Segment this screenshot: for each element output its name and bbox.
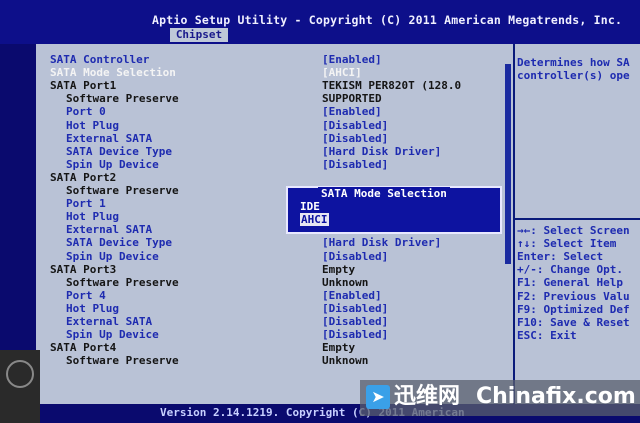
key-help-line: →←: Select Screen xyxy=(517,224,630,237)
setting-value[interactable]: [Disabled] xyxy=(322,132,388,145)
watermark-left: 迅维网 xyxy=(394,384,461,409)
setting-value: Unknown xyxy=(322,354,369,367)
popup-option-ide[interactable]: IDE xyxy=(300,200,320,213)
key-help-line: Enter: Select xyxy=(517,250,604,263)
watermark-logo-icon: ➤ xyxy=(366,385,390,409)
key-help-line: +/-: Change Opt. xyxy=(517,263,623,276)
setting-value[interactable]: [Enabled] xyxy=(322,53,382,66)
setting-value[interactable]: [Disabled] xyxy=(322,158,388,171)
setting-label[interactable]: SATA Controller xyxy=(50,53,149,66)
help-line-2: controller(s) ope xyxy=(517,69,630,82)
setting-value[interactable]: [Hard Disk Driver] xyxy=(322,236,441,249)
setting-value[interactable]: [Disabled] xyxy=(322,315,388,328)
setting-label: SATA Port2 xyxy=(50,171,117,184)
setting-value[interactable]: [Disabled] xyxy=(322,119,388,132)
setting-label[interactable]: Port 4 xyxy=(66,289,106,302)
key-help-line: F1: General Help xyxy=(517,276,623,289)
key-help-line: F2: Previous Valu xyxy=(517,290,630,303)
setting-label[interactable]: SATA Mode Selection xyxy=(50,66,176,79)
setting-value[interactable]: [AHCI] xyxy=(322,66,362,79)
setting-label: SATA Port3 xyxy=(50,263,117,276)
scrollbar-thumb[interactable] xyxy=(505,64,511,264)
setting-label: Software Preserve xyxy=(66,92,179,105)
popup-title: SATA Mode Selection xyxy=(318,187,450,200)
help-divider xyxy=(513,218,640,220)
setting-value[interactable]: [Enabled] xyxy=(322,105,382,118)
setting-label[interactable]: Spin Up Device xyxy=(66,250,159,263)
setting-value: Empty xyxy=(322,263,356,276)
setting-label: SATA Port1 xyxy=(50,79,117,92)
setting-value[interactable]: [Enabled] xyxy=(322,289,382,302)
setting-value[interactable]: [Hard Disk Driver] xyxy=(322,145,441,158)
settings-scrollbar[interactable] xyxy=(503,58,513,404)
setting-value[interactable]: [Disabled] xyxy=(322,328,388,341)
setting-value: Unknown xyxy=(322,276,369,289)
setting-label[interactable]: Port 0 xyxy=(66,105,106,118)
setting-label: Software Preserve xyxy=(66,276,179,289)
seal-image xyxy=(0,350,40,423)
setting-label[interactable]: Hot Plug xyxy=(66,302,119,315)
setting-value: TEKISM PER820T (128.0 xyxy=(322,79,462,92)
key-help-line: ESC: Exit xyxy=(517,329,577,342)
key-help-line: F9: Optimized Def xyxy=(517,303,630,316)
setting-value: SUPPORTED xyxy=(322,92,382,105)
setting-label[interactable]: External SATA xyxy=(66,223,152,236)
setting-label: Software Preserve xyxy=(66,354,179,367)
seal-ring xyxy=(6,360,34,388)
setting-label: Software Preserve xyxy=(66,184,179,197)
sata-mode-popup: SATA Mode Selection IDE AHCI xyxy=(286,186,502,234)
tab-chipset[interactable]: Chipset xyxy=(170,28,228,42)
help-line-1: Determines how SA xyxy=(517,56,630,69)
popup-option-ahci[interactable]: AHCI xyxy=(300,213,329,226)
setting-label: SATA Port4 xyxy=(50,341,117,354)
setting-label[interactable]: SATA Device Type xyxy=(66,145,172,158)
key-help-line: ↑↓: Select Item xyxy=(517,237,617,250)
title-bar: Aptio Setup Utility - Copyright (C) 2011… xyxy=(0,0,640,44)
setting-label[interactable]: Hot Plug xyxy=(66,210,119,223)
key-help-line: F10: Save & Reset xyxy=(517,316,630,329)
setting-label[interactable]: External SATA xyxy=(66,132,152,145)
setting-label[interactable]: Spin Up Device xyxy=(66,158,159,171)
setting-value[interactable]: [Disabled] xyxy=(322,250,388,263)
setting-label[interactable]: SATA Device Type xyxy=(66,236,172,249)
setting-label[interactable]: Port 1 xyxy=(66,197,106,210)
setting-label[interactable]: External SATA xyxy=(66,315,152,328)
app-title: Aptio Setup Utility - Copyright (C) 2011… xyxy=(152,13,623,27)
setting-value[interactable]: [Disabled] xyxy=(322,302,388,315)
panel-divider xyxy=(513,44,515,404)
setting-value: Empty xyxy=(322,341,356,354)
setting-label[interactable]: Spin Up Device xyxy=(66,328,159,341)
watermark-right: Chinafix.com xyxy=(476,384,636,409)
setting-label[interactable]: Hot Plug xyxy=(66,119,119,132)
